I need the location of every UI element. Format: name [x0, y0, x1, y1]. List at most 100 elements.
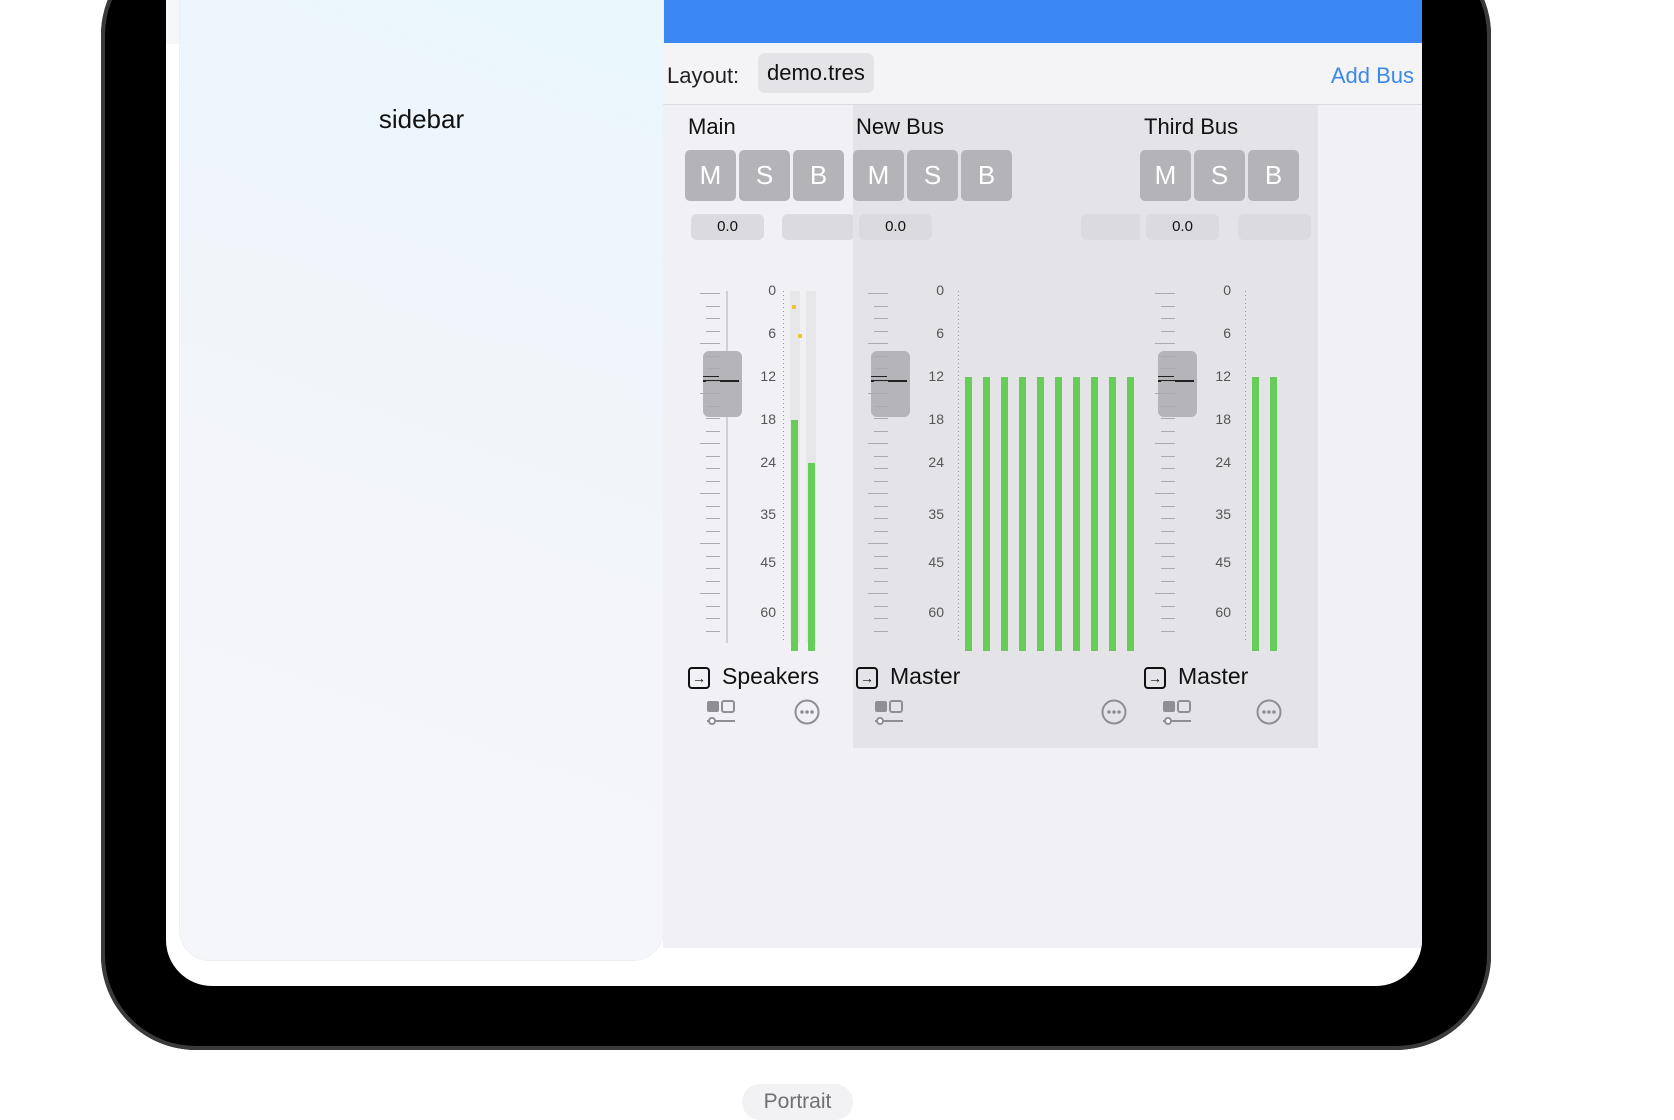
db-scale-label: 60: [928, 604, 944, 620]
fader-tick: [868, 543, 888, 544]
fader-tick: [706, 580, 720, 582]
output-selector[interactable]: Speakers: [722, 663, 819, 690]
fader-tick: [868, 443, 888, 444]
fader-tick: [706, 455, 720, 457]
peak-indicator: [798, 334, 802, 338]
db-scale-label: 18: [1215, 411, 1231, 427]
fader-tick: [706, 605, 720, 607]
fader-tick: [1161, 605, 1175, 607]
fader-tick: [1161, 468, 1175, 469]
peak-indicator: [792, 305, 796, 310]
fader-tick: [868, 493, 888, 494]
fader-tick: [874, 330, 888, 332]
more-options-icon[interactable]: [1256, 699, 1282, 725]
volume-readout[interactable]: 0.0: [691, 214, 764, 240]
sidebar-panel: sidebar: [180, 0, 663, 960]
fader-tick: [874, 580, 888, 582]
more-options-icon[interactable]: [1101, 699, 1127, 725]
fader-tick: [1161, 418, 1175, 419]
mute-button[interactable]: M: [853, 150, 904, 201]
mute-button[interactable]: M: [685, 150, 736, 201]
fader-tick: [700, 343, 720, 344]
db-scale-label: 6: [936, 325, 944, 341]
solo-button[interactable]: S: [907, 150, 958, 201]
fader-tick: [874, 505, 888, 507]
bypass-button[interactable]: B: [961, 150, 1012, 201]
fader-tick: [1155, 593, 1175, 594]
fader-tick: [706, 618, 720, 619]
fader-tick: [874, 468, 888, 469]
volume-readout[interactable]: 0.0: [1146, 214, 1219, 240]
fader-tick: [1161, 505, 1175, 507]
fader-tick: [1161, 355, 1175, 357]
fader-tick: [700, 543, 720, 544]
db-scale-line: [958, 291, 959, 643]
fader-tick: [706, 355, 720, 357]
fader-tick: [706, 330, 720, 332]
add-bus-button[interactable]: Add Bus: [1331, 63, 1414, 89]
bypass-button[interactable]: B: [793, 150, 844, 201]
level-meter-bar: [808, 463, 815, 651]
db-scale-label: 6: [768, 325, 776, 341]
volume-fader-handle[interactable]: [703, 351, 742, 417]
solo-button[interactable]: S: [739, 150, 790, 201]
bus-name: Main: [688, 114, 736, 139]
level-meter-bar: [1252, 377, 1259, 651]
db-scale-label: 0: [1223, 282, 1231, 298]
orientation-label: Portrait: [742, 1084, 853, 1120]
db-scale-label: 35: [1215, 506, 1231, 522]
fader-tick: [700, 393, 720, 394]
volume-readout[interactable]: 0.0: [859, 214, 932, 240]
fader-tick: [706, 468, 720, 469]
level-meter-bar: [1109, 377, 1116, 651]
more-options-icon[interactable]: [794, 699, 820, 725]
fader-tick: [706, 555, 720, 557]
db-scale-label: 18: [760, 411, 776, 427]
send-readout: [782, 214, 855, 240]
db-scale-label: 12: [928, 368, 944, 384]
fader-tick: [874, 305, 888, 307]
effects-layout-icon[interactable]: [705, 699, 737, 727]
db-scale-label: 24: [928, 454, 944, 470]
fader-tick: [1161, 380, 1175, 382]
output-icon: →: [1144, 667, 1166, 689]
fader-tick: [1161, 330, 1175, 332]
output-selector[interactable]: Master: [890, 663, 960, 690]
fader-tick: [1155, 543, 1175, 544]
fader-tick: [1161, 555, 1175, 557]
fader-tick: [874, 318, 888, 319]
fader-tick: [874, 368, 888, 369]
fader-tick: [706, 630, 720, 632]
fader-tick: [868, 343, 888, 344]
db-scale-line: [1245, 291, 1246, 643]
fader-tick: [1155, 293, 1175, 294]
fader-tick: [700, 443, 720, 444]
fader-tick: [700, 293, 720, 294]
fader-tick: [1161, 430, 1175, 432]
db-scale-label: 45: [928, 554, 944, 570]
fader-tick: [868, 393, 888, 394]
fader-tick: [874, 380, 888, 382]
fader-tick: [874, 455, 888, 457]
fader-tick: [874, 405, 888, 407]
fader-tick: [706, 480, 720, 482]
effects-layout-icon[interactable]: [873, 699, 905, 727]
effects-layout-icon[interactable]: [1161, 699, 1193, 727]
level-meter-bar: [983, 377, 990, 651]
bus-strip-third-bus: Third Bus M S B 0.0 → Master 0 6 12 18 24 35 4…: [1140, 105, 1318, 748]
solo-button[interactable]: S: [1194, 150, 1245, 201]
fader-tick: [1161, 568, 1175, 569]
fader-tick: [706, 505, 720, 507]
fader-tick: [1161, 630, 1175, 632]
bus-strip-main: Main M S B 0.0 → Speakers 0 6 12 18 24 3…: [663, 105, 855, 748]
volume-fader-handle[interactable]: [871, 351, 910, 417]
fader-tick: [706, 530, 720, 532]
mute-button[interactable]: M: [1140, 150, 1191, 201]
db-scale-label: 24: [1215, 454, 1231, 470]
volume-fader-handle[interactable]: [1158, 351, 1197, 417]
layout-selector[interactable]: demo.tres: [758, 53, 874, 93]
output-selector[interactable]: Master: [1178, 663, 1248, 690]
level-meter-bar: [1037, 377, 1044, 651]
output-icon: →: [688, 667, 710, 689]
bypass-button[interactable]: B: [1248, 150, 1299, 201]
